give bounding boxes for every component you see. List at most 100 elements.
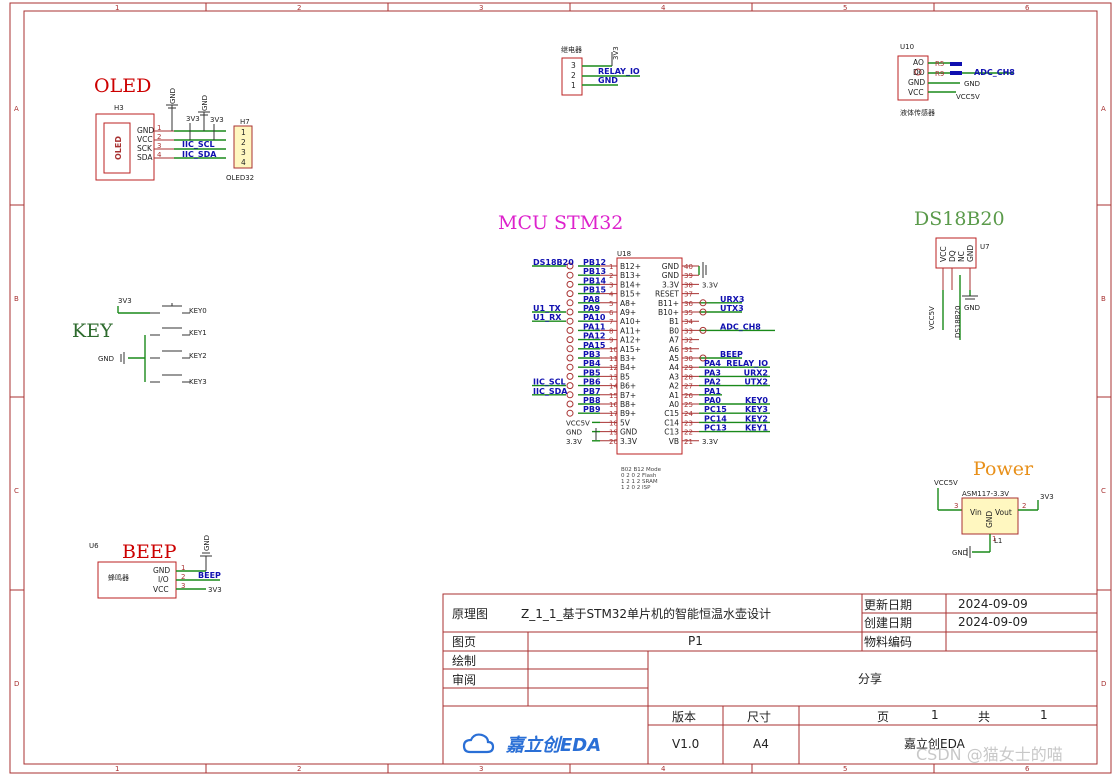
mcu-left-net: PB4 [583, 359, 601, 368]
beep-body-label: 蜂鸣器 [108, 573, 129, 582]
power-vout: Vout [995, 508, 1012, 517]
mcu-left-pin-num: 12 [609, 364, 618, 372]
border-row-right-D: D [1101, 680, 1106, 688]
oled-ref: H3 [114, 104, 124, 112]
mcu-left-pin-label: B12+ [620, 262, 641, 271]
mcu-left-pin-label: A15+ [620, 345, 641, 354]
mcu-left-net: PA8 [583, 295, 600, 304]
mcu-right-pin-num: 34 [684, 318, 693, 326]
mcu-left-net: PB5 [583, 368, 601, 377]
oled-gnd-label-2: GND [201, 95, 209, 111]
mcu-left-net: PB12 [583, 258, 606, 267]
border-col-top-3: 3 [479, 4, 483, 12]
mcu-left-pin-label: A11+ [620, 326, 641, 335]
mcu-left-pin-label: B13+ [620, 271, 641, 280]
mcu-right-pin-label: B10+ [658, 308, 679, 317]
tb-label-part: 物料编码 [864, 634, 912, 649]
liquid-r5: R5 [935, 60, 944, 68]
border-col-top-6: 6 [1025, 4, 1030, 12]
mcu-right-pin-num: 31 [684, 346, 693, 354]
key-block: KEY 3V3 GND KEY0 KEY1 KEY2 KEY3 [72, 297, 207, 386]
mcu-right-ext-net: UTX3 [720, 304, 744, 313]
mcu-left-pin-num: 3 [609, 281, 613, 289]
mcu-right-pin-label: A2 [669, 382, 679, 391]
mcu-right-pin-num: 37 [684, 291, 693, 299]
mcu-right-pin-num: 23 [684, 419, 693, 427]
mcu-left-pin-num: 5 [609, 300, 613, 308]
mcu-right-pin-label: C15 [664, 409, 679, 418]
border-row-left-A: A [14, 105, 19, 113]
mcu-right-pin-num: 25 [684, 401, 693, 409]
mcu-right-net: PA1 [704, 387, 721, 396]
oled-pin-gnd: GND [137, 126, 154, 135]
mcu-right-power: 3.3V [702, 438, 718, 446]
svg-text:2: 2 [181, 573, 185, 581]
liquid-vcc: VCC5V [956, 93, 980, 101]
mcu-left-pin-num: 14 [609, 383, 618, 391]
relay-pnum-2: 2 [571, 71, 576, 80]
mcu-right-pin-label: B0 [669, 326, 679, 335]
power-block: Power VCC5V ASM117-3.3V Vin Vout GND 3 2… [934, 458, 1054, 558]
mcu-right-pin-num: 35 [684, 309, 693, 317]
mcu-right-pin-label: A3 [669, 372, 679, 381]
mcu-left-net: PB7 [583, 387, 601, 396]
mcu-boot-row: 1 2 0 2 ISP [621, 485, 651, 491]
mcu-left-pin-num: 15 [609, 392, 618, 400]
relay-net-io: RELAY_IO [598, 67, 640, 76]
mcu-left-pin-label: GND [620, 428, 637, 437]
oled-title: OLED [94, 75, 151, 97]
beep-pin-vcc: VCC [153, 585, 169, 594]
power-vcc: VCC5V [934, 479, 958, 487]
mcu-left-net: PA12 [583, 332, 605, 341]
border-col-top-5: 5 [843, 4, 847, 12]
mcu-right-pin-label: C13 [664, 428, 679, 437]
mcu-left-pin-num: 20 [609, 438, 618, 446]
power-vin: Vin [970, 508, 982, 517]
tb-label-review: 审阅 [452, 672, 476, 687]
mcu-right-pin-label: GND [662, 262, 679, 271]
oled-block: OLED H3 OLED GND VCC SCK SDA 1 2 3 4 IIC… [94, 75, 254, 182]
key-label-1: KEY1 [189, 329, 207, 337]
liquid-sensor-block: U10 AO DO GND VCC R5 R9 ADC_CH8 GND VCC5… [897, 43, 1015, 117]
liquid-ref: U10 [900, 43, 914, 51]
beep-net: BEEP [198, 571, 221, 580]
tb-total: 1 [1040, 708, 1048, 722]
mcu-right-pin-label: 3.3V [662, 280, 680, 289]
ds18b20-pin-dq: DQ [948, 250, 957, 262]
beep-vcc: 3V3 [208, 586, 222, 594]
mcu-left-pin-num: 19 [609, 429, 618, 437]
mcu-left-ext-net: U1_TX [533, 304, 562, 313]
relay-pnum-1: 1 [571, 81, 576, 90]
mcu-right-ext-net: URX3 [720, 295, 744, 304]
mcu-left-pin-label: B3+ [620, 354, 636, 363]
beep-gnd: GND [203, 535, 211, 551]
mcu-right-ext-net: UTX2 [744, 378, 768, 387]
relay-pnum-3: 3 [571, 61, 576, 70]
mcu-left-power: VCC5V [566, 419, 590, 427]
mcu-right-pin-label: A0 [669, 400, 679, 409]
oled-net-sda: IIC_SDA [182, 150, 217, 159]
tb-updated: 2024-09-09 [958, 597, 1028, 611]
relay-vcc: 3V3 [612, 46, 620, 60]
schematic-canvas: 112233445566A AB BC CD D OLED H3 OLED GND VC… [9, 2, 1112, 774]
mcu-left-pin-label: B14+ [620, 280, 641, 289]
mcu-right-pin-num: 39 [684, 272, 693, 280]
mcu-right-ext-net: KEY1 [745, 424, 768, 433]
mcu-left-net: PA11 [583, 322, 606, 331]
mcu-left-pin-label: B15+ [620, 290, 641, 299]
mcu-left-pins: B12+1PB12DS18B20B13+2PB13B14+3PB14B15+4P… [532, 258, 641, 446]
mcu-left-power: GND [566, 429, 582, 437]
key-label-3: KEY3 [189, 378, 207, 386]
liquid-gnd: GND [964, 80, 980, 88]
liquid-body-label: 液体传感器 [900, 108, 935, 117]
tb-label-schematic: 原理图 [452, 607, 488, 621]
mcu-right-power: 3.3V [702, 281, 718, 289]
tb-label-size: 尺寸 [747, 710, 771, 724]
oled-pin-vcc: VCC [137, 135, 153, 144]
beep-block: U6 BEEP 蜂鸣器 GND I/O VCC 123 GND BEEP 3V3 [89, 535, 222, 599]
ds18b20-vcc: VCC5V [928, 306, 936, 330]
border-col-bottom-4: 4 [661, 765, 666, 773]
power-part: ASM117-3.3V [962, 490, 1009, 498]
svg-text:3: 3 [241, 148, 246, 157]
mcu-left-pin-label: 3.3V [620, 437, 638, 446]
